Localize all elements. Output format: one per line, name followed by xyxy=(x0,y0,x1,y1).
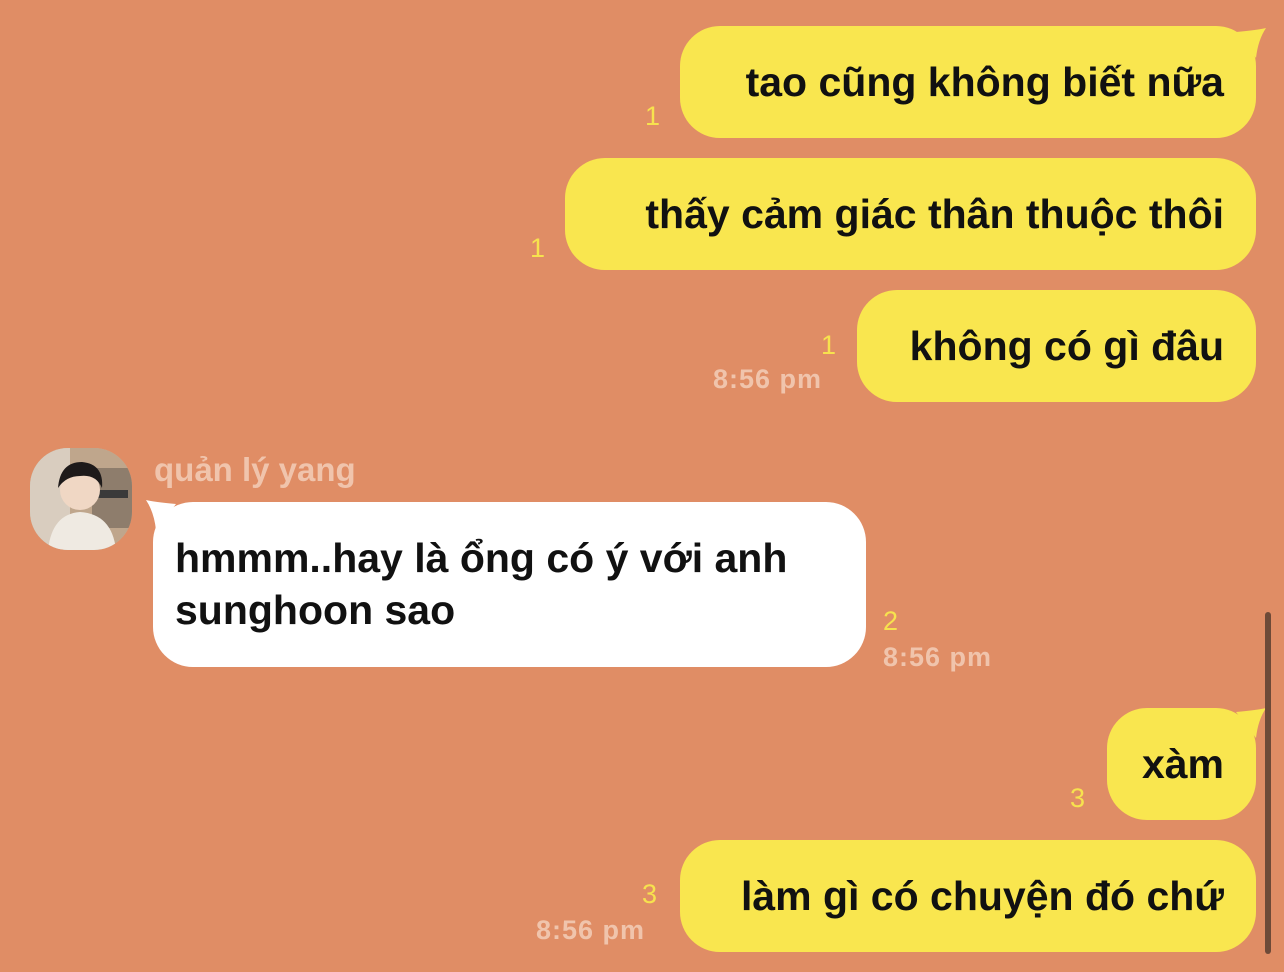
unread-count: 1 xyxy=(645,101,661,131)
unread-count: 2 xyxy=(883,606,899,636)
outgoing-message-bubble[interactable]: tao cũng không biết nữa xyxy=(680,26,1256,138)
unread-count: 1 xyxy=(530,233,546,263)
scrollbar[interactable] xyxy=(1265,612,1271,954)
profile-photo-icon xyxy=(30,448,132,550)
outgoing-message-bubble[interactable]: thấy cảm giác thân thuộc thôi xyxy=(565,158,1256,270)
message-timestamp: 8:56 pm xyxy=(713,364,823,394)
unread-count: 3 xyxy=(642,879,658,909)
outgoing-message-bubble[interactable]: không có gì đâu xyxy=(857,290,1256,402)
unread-count: 1 xyxy=(821,330,837,360)
unread-count: 3 xyxy=(1070,783,1086,813)
message-timestamp: 8:56 pm xyxy=(883,642,993,672)
outgoing-message-bubble[interactable]: làm gì có chuyện đó chứ xyxy=(680,840,1256,952)
bubble-tail xyxy=(1236,28,1266,58)
incoming-message-bubble[interactable]: hmmm..hay là ổng có ý với anh sunghoon s… xyxy=(153,502,866,667)
avatar[interactable] xyxy=(30,448,132,550)
message-timestamp: 8:56 pm xyxy=(536,915,646,945)
outgoing-message-bubble[interactable]: xàm xyxy=(1107,708,1256,820)
sender-name: quản lý yang xyxy=(154,451,356,488)
